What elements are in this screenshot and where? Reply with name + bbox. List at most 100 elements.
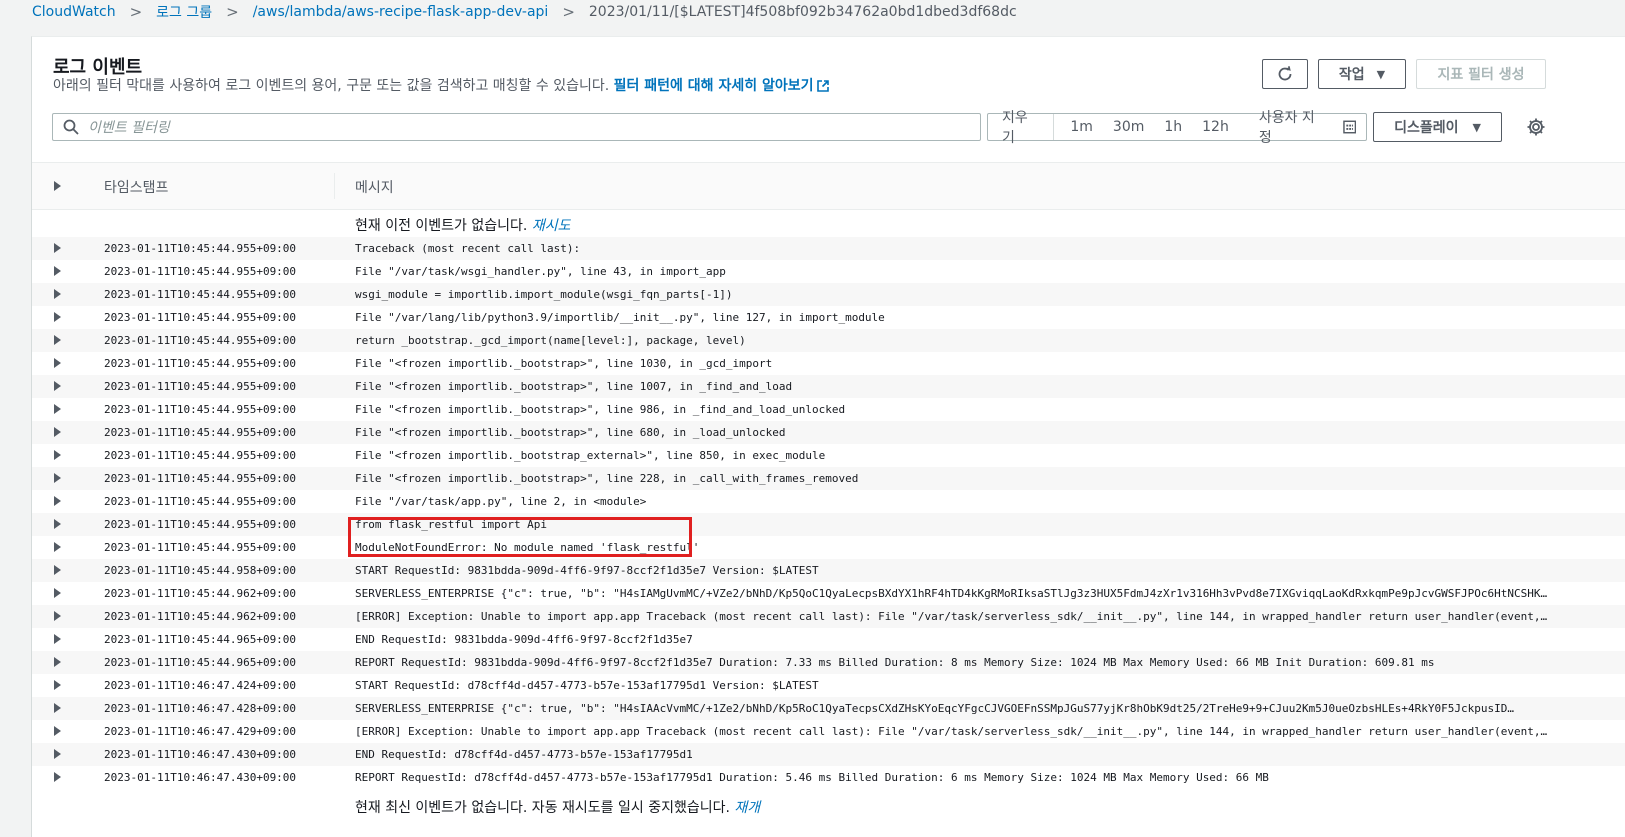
bottom-notice-text: 현재 최신 이벤트가 없습니다. 자동 재시도를 일시 중지했습니다. bbox=[355, 800, 730, 816]
table-header: 타임스탬프 메시지 bbox=[32, 162, 1625, 210]
breadcrumb-cloudwatch[interactable]: CloudWatch bbox=[32, 4, 116, 20]
expand-row-icon[interactable] bbox=[54, 358, 61, 368]
breadcrumb-log-group[interactable]: /aws/lambda/aws-recipe-flask-app-dev-api bbox=[253, 4, 549, 20]
log-event-row[interactable]: 2023-01-11T10:45:44.965+09:00 REPORT Requ… bbox=[32, 651, 1625, 674]
log-event-row[interactable]: 2023-01-11T10:45:44.958+09:00 START Reque… bbox=[32, 559, 1625, 582]
row-timestamp: 2023-01-11T10:46:47.424+09:00 bbox=[104, 679, 297, 692]
row-timestamp: 2023-01-11T10:45:44.955+09:00 bbox=[104, 449, 297, 462]
row-timestamp: 2023-01-11T10:45:44.955+09:00 bbox=[104, 334, 297, 347]
log-event-row[interactable]: 2023-01-11T10:45:44.955+09:00 File "<froz… bbox=[32, 375, 1625, 398]
log-event-row[interactable]: 2023-01-11T10:45:44.955+09:00 return _boo… bbox=[32, 329, 1625, 352]
time-option-1h[interactable]: 1h bbox=[1154, 119, 1192, 135]
breadcrumb-log-groups[interactable]: 로그 그룹 bbox=[156, 2, 212, 22]
actions-button[interactable]: 작업 ▼ bbox=[1318, 59, 1406, 89]
row-timestamp: 2023-01-11T10:45:44.955+09:00 bbox=[104, 242, 297, 255]
row-timestamp: 2023-01-11T10:45:44.962+09:00 bbox=[104, 610, 297, 623]
custom-label: 사용자 지정 bbox=[1258, 110, 1315, 146]
time-option-custom[interactable]: 사용자 지정 bbox=[1239, 107, 1366, 147]
expand-row-icon[interactable] bbox=[54, 496, 61, 506]
row-message: END RequestId: 9831bdda-909d-4ff6-9f97-8… bbox=[355, 633, 693, 646]
log-event-row[interactable]: 2023-01-11T10:45:44.962+09:00 SERVERLESS_… bbox=[32, 582, 1625, 605]
description-text: 아래의 필터 막대를 사용하여 로그 이벤트의 용어, 구문 또는 값을 검색하… bbox=[53, 78, 610, 94]
column-divider bbox=[334, 173, 335, 199]
row-timestamp: 2023-01-11T10:46:47.428+09:00 bbox=[104, 702, 297, 715]
column-message: 메시지 bbox=[355, 180, 394, 196]
resume-link[interactable]: 재개 bbox=[734, 800, 760, 816]
log-event-row[interactable]: 2023-01-11T10:46:47.430+09:00 REPORT Requ… bbox=[32, 766, 1625, 789]
row-timestamp: 2023-01-11T10:45:44.955+09:00 bbox=[104, 541, 297, 554]
filter-events-input[interactable]: 이벤트 필터링 bbox=[52, 113, 981, 141]
log-event-row[interactable]: 2023-01-11T10:45:44.955+09:00 File "<froz… bbox=[32, 467, 1625, 490]
log-event-row[interactable]: 2023-01-11T10:45:44.955+09:00 File "<froz… bbox=[32, 352, 1625, 375]
expand-row-icon[interactable] bbox=[54, 381, 61, 391]
log-event-row[interactable]: 2023-01-11T10:46:47.424+09:00 START Reque… bbox=[32, 674, 1625, 697]
display-button[interactable]: 디스플레이 ▼ bbox=[1373, 112, 1502, 142]
expand-row-icon[interactable] bbox=[54, 588, 61, 598]
log-event-row[interactable]: 2023-01-11T10:45:44.965+09:00 END Request… bbox=[32, 628, 1625, 651]
row-message: REPORT RequestId: d78cff4d-d457-4773-b57… bbox=[355, 771, 1269, 784]
expand-row-icon[interactable] bbox=[54, 312, 61, 322]
expand-row-icon[interactable] bbox=[54, 703, 61, 713]
create-metric-filter-button[interactable]: 지표 필터 생성 bbox=[1416, 59, 1546, 89]
time-option-1m[interactable]: 1m bbox=[1060, 119, 1103, 135]
expand-row-icon[interactable] bbox=[54, 427, 61, 437]
search-placeholder: 이벤트 필터링 bbox=[88, 120, 170, 136]
log-event-row[interactable]: 2023-01-11T10:45:44.955+09:00 File "/var/… bbox=[32, 306, 1625, 329]
settings-button[interactable] bbox=[1526, 117, 1546, 137]
expand-row-icon[interactable] bbox=[54, 289, 61, 299]
row-message: [ERROR] Exception: Unable to import app.… bbox=[355, 725, 1550, 738]
expand-row-icon[interactable] bbox=[54, 749, 61, 759]
column-timestamp: 타임스탬프 bbox=[104, 180, 169, 196]
expand-row-icon[interactable] bbox=[54, 772, 61, 782]
expand-row-icon[interactable] bbox=[54, 473, 61, 483]
expand-row-icon[interactable] bbox=[54, 519, 61, 529]
expand-all-icon[interactable] bbox=[54, 181, 61, 191]
row-message: Traceback (most recent call last): bbox=[355, 242, 581, 255]
log-event-row[interactable]: 2023-01-11T10:45:44.955+09:00 Traceback (… bbox=[32, 237, 1625, 260]
row-message: REPORT RequestId: 9831bdda-909d-4ff6-9f9… bbox=[355, 656, 1435, 669]
expand-row-icon[interactable] bbox=[54, 657, 61, 667]
top-notice: 현재 이전 이벤트가 없습니다. 재시도 bbox=[355, 215, 570, 235]
row-message: File "<frozen importlib._bootstrap_exter… bbox=[355, 449, 826, 462]
log-event-row[interactable]: 2023-01-11T10:45:44.955+09:00 from flask_… bbox=[32, 513, 1625, 536]
expand-row-icon[interactable] bbox=[54, 335, 61, 345]
panel-description: 아래의 필터 막대를 사용하여 로그 이벤트의 용어, 구문 또는 값을 검색하… bbox=[53, 75, 830, 95]
expand-row-icon[interactable] bbox=[54, 404, 61, 414]
clear-time-button[interactable]: 지우기 bbox=[988, 110, 1055, 146]
row-timestamp: 2023-01-11T10:45:44.955+09:00 bbox=[104, 380, 297, 393]
expand-row-icon[interactable] bbox=[54, 243, 61, 253]
log-event-row[interactable]: 2023-01-11T10:45:44.955+09:00 ModuleNotFo… bbox=[32, 536, 1625, 559]
row-timestamp: 2023-01-11T10:45:44.955+09:00 bbox=[104, 518, 297, 531]
log-event-row[interactable]: 2023-01-11T10:45:44.955+09:00 wsgi_module… bbox=[32, 283, 1625, 306]
log-event-row[interactable]: 2023-01-11T10:45:44.955+09:00 File "<froz… bbox=[32, 398, 1625, 421]
row-message: File "/var/task/app.py", line 2, in <mod… bbox=[355, 495, 647, 508]
expand-row-icon[interactable] bbox=[54, 266, 61, 276]
expand-row-icon[interactable] bbox=[54, 680, 61, 690]
log-event-row[interactable]: 2023-01-11T10:45:44.962+09:00 [ERROR] Exc… bbox=[32, 605, 1625, 628]
row-message: [ERROR] Exception: Unable to import app.… bbox=[355, 610, 1550, 623]
row-message: START RequestId: d78cff4d-d457-4773-b57e… bbox=[355, 679, 819, 692]
refresh-icon bbox=[1278, 66, 1292, 81]
row-timestamp: 2023-01-11T10:46:47.430+09:00 bbox=[104, 748, 297, 761]
log-event-row[interactable]: 2023-01-11T10:45:44.955+09:00 File "<froz… bbox=[32, 421, 1625, 444]
log-event-row[interactable]: 2023-01-11T10:46:47.429+09:00 [ERROR] Exc… bbox=[32, 720, 1625, 743]
expand-row-icon[interactable] bbox=[54, 611, 61, 621]
log-event-row[interactable]: 2023-01-11T10:45:44.955+09:00 File "/var/… bbox=[32, 490, 1625, 513]
log-event-row[interactable]: 2023-01-11T10:45:44.955+09:00 File "<froz… bbox=[32, 444, 1625, 467]
actions-label: 작업 bbox=[1338, 67, 1365, 83]
log-event-row[interactable]: 2023-01-11T10:46:47.430+09:00 END Request… bbox=[32, 743, 1625, 766]
refresh-button[interactable] bbox=[1262, 59, 1308, 89]
time-option-30m[interactable]: 30m bbox=[1103, 119, 1154, 135]
expand-row-icon[interactable] bbox=[54, 565, 61, 575]
retry-link[interactable]: 재시도 bbox=[532, 218, 571, 234]
expand-row-icon[interactable] bbox=[54, 450, 61, 460]
expand-row-icon[interactable] bbox=[54, 634, 61, 644]
log-event-row[interactable]: 2023-01-11T10:46:47.428+09:00 SERVERLESS_… bbox=[32, 697, 1625, 720]
learn-more-link[interactable]: 필터 패턴에 대해 자세히 알아보기 bbox=[614, 78, 830, 94]
time-option-12h[interactable]: 12h bbox=[1192, 119, 1239, 135]
row-message: File "<frozen importlib._bootstrap>", li… bbox=[355, 380, 793, 393]
log-event-row[interactable]: 2023-01-11T10:45:44.955+09:00 File "/var/… bbox=[32, 260, 1625, 283]
expand-row-icon[interactable] bbox=[54, 726, 61, 736]
row-timestamp: 2023-01-11T10:46:47.430+09:00 bbox=[104, 771, 297, 784]
expand-row-icon[interactable] bbox=[54, 542, 61, 552]
